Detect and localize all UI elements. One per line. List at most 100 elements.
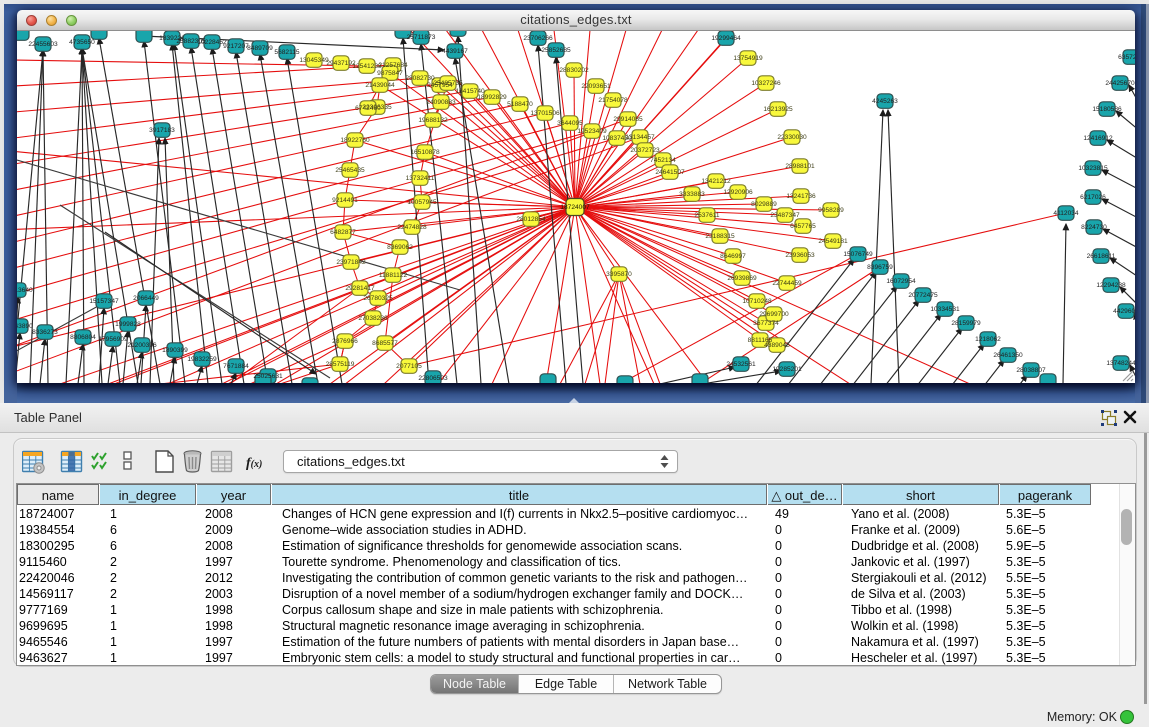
- svg-text:13732411: 13732411: [406, 175, 435, 182]
- svg-text:23188315: 23188315: [705, 233, 735, 240]
- svg-text:2876966: 2876966: [332, 338, 358, 345]
- svg-text:8029889: 8029889: [751, 201, 777, 208]
- svg-text:29281417: 29281417: [345, 285, 375, 292]
- svg-text:25711873: 25711873: [407, 34, 436, 41]
- svg-text:6217026: 6217026: [1080, 194, 1106, 201]
- svg-text:2066449: 2066449: [133, 295, 159, 302]
- svg-text:3644095: 3644095: [557, 120, 583, 127]
- svg-text:10710248: 10710248: [742, 298, 772, 305]
- svg-text:25485735: 25485735: [433, 80, 463, 87]
- svg-text:21439044: 21439044: [365, 82, 395, 89]
- svg-text:28038807: 28038807: [1016, 367, 1046, 374]
- svg-text:19832259: 19832259: [187, 356, 217, 363]
- svg-text:1890399: 1890399: [162, 347, 188, 354]
- svg-text:13754919: 13754919: [733, 55, 763, 62]
- svg-text:23706266: 23706266: [523, 35, 553, 42]
- svg-text:4245263: 4245263: [872, 98, 898, 105]
- svg-text:25025631: 25025631: [253, 373, 283, 380]
- svg-text:4429607: 4429607: [1113, 308, 1135, 315]
- svg-text:3917183: 3917183: [149, 127, 175, 134]
- svg-text:16072954: 16072954: [886, 278, 916, 285]
- svg-text:8806804: 8806804: [70, 334, 96, 341]
- svg-text:15180586: 15180586: [1092, 106, 1122, 113]
- svg-text:13134457: 13134457: [625, 134, 655, 141]
- svg-text:1218062: 1218062: [975, 336, 1001, 343]
- svg-text:12416912: 12416912: [1083, 135, 1113, 142]
- svg-text:26939869: 26939869: [727, 275, 757, 282]
- svg-text:26461350: 26461350: [993, 352, 1023, 359]
- svg-text:11881122: 11881122: [379, 272, 408, 279]
- svg-text:6482877: 6482877: [330, 229, 356, 236]
- svg-text:6742460: 6742460: [355, 105, 381, 112]
- svg-text:25465435: 25465435: [335, 167, 365, 174]
- svg-text:12294238: 12294238: [1096, 282, 1126, 289]
- svg-text:24090883: 24090883: [426, 99, 456, 106]
- svg-text:25852685: 25852685: [541, 47, 571, 54]
- svg-text:17956909: 17956909: [98, 336, 128, 343]
- svg-text:18992829: 18992829: [477, 94, 507, 101]
- svg-text:20772475: 20772475: [908, 292, 938, 299]
- svg-text:8396759: 8396759: [867, 264, 893, 271]
- svg-text:21754078: 21754078: [598, 97, 628, 104]
- svg-text:2077105: 2077105: [396, 363, 422, 370]
- svg-text:13421212: 13421212: [701, 178, 731, 185]
- svg-text:f(x): f(x): [246, 456, 262, 471]
- svg-text:8489709: 8489709: [247, 45, 273, 52]
- svg-text:8646997: 8646997: [720, 253, 746, 260]
- svg-text:29699700: 29699700: [759, 311, 789, 318]
- svg-text:4735650: 4735650: [69, 39, 95, 46]
- svg-text:7671884: 7671884: [223, 363, 249, 370]
- svg-text:16510878: 16510878: [410, 149, 440, 156]
- svg-text:28012854: 28012854: [516, 216, 546, 223]
- svg-text:8685577: 8685577: [372, 340, 398, 347]
- svg-text:19299464: 19299464: [711, 35, 741, 42]
- svg-text:15076749: 15076749: [843, 251, 873, 258]
- svg-text:24641507: 24641507: [655, 169, 685, 176]
- svg-text:22474828: 22474828: [397, 224, 427, 231]
- svg-text:20813640: 20813640: [17, 287, 33, 294]
- svg-text:13045349: 13045349: [299, 57, 329, 64]
- svg-text:3677374: 3677374: [753, 320, 779, 327]
- svg-text:4439167: 4439167: [442, 48, 468, 55]
- svg-text:13701506: 13701506: [530, 110, 560, 117]
- svg-text:5682115: 5682115: [274, 49, 300, 56]
- svg-text:9958289: 9958289: [818, 207, 844, 214]
- svg-text:9214491: 9214491: [332, 197, 358, 204]
- svg-text:18724007: 18724007: [560, 204, 590, 211]
- svg-text:28159979: 28159979: [951, 320, 981, 327]
- svg-text:22330030: 22330030: [777, 134, 807, 141]
- svg-text:22806503: 22806503: [418, 375, 448, 382]
- svg-text:23971842: 23971842: [336, 259, 366, 266]
- svg-text:19688132: 19688132: [418, 117, 448, 124]
- svg-text:19523409: 19523409: [577, 128, 607, 135]
- svg-text:18922760: 18922760: [340, 137, 370, 144]
- svg-text:10334531: 10334531: [930, 306, 960, 313]
- svg-text:8336273: 8336273: [32, 329, 58, 336]
- svg-text:24425670: 24425670: [1105, 80, 1135, 87]
- svg-text:19285201: 19285201: [772, 366, 802, 373]
- svg-text:8369062: 8369062: [387, 244, 413, 251]
- svg-text:29914085: 29914085: [613, 116, 643, 123]
- svg-text:20372723: 20372723: [630, 147, 660, 154]
- svg-text:4112034: 4112034: [1053, 210, 1079, 217]
- svg-text:26618611: 26618611: [1087, 253, 1116, 260]
- svg-text:23487347: 23487347: [770, 212, 800, 219]
- svg-text:24532561: 24532561: [726, 361, 756, 368]
- svg-text:12920906: 12920906: [723, 189, 753, 196]
- svg-text:28082730: 28082730: [405, 75, 435, 82]
- svg-text:22093651: 22093651: [581, 83, 611, 90]
- svg-text:6457765: 6457765: [790, 223, 816, 230]
- svg-text:22744459: 22744459: [772, 280, 802, 287]
- svg-text:5188470: 5188470: [507, 101, 533, 108]
- svg-text:10323815: 10323815: [1078, 165, 1108, 172]
- svg-text:21257684: 21257684: [378, 62, 408, 69]
- svg-text:28830202: 28830202: [559, 67, 589, 74]
- svg-text:22455603: 22455603: [28, 41, 58, 48]
- svg-text:8224730: 8224730: [1081, 224, 1107, 231]
- svg-text:28575119: 28575119: [326, 361, 355, 368]
- svg-text:28988101: 28988101: [785, 163, 815, 170]
- svg-text:21200396: 21200396: [127, 342, 157, 349]
- svg-text:15157347: 15157347: [89, 298, 119, 305]
- svg-text:4143890: 4143890: [17, 323, 33, 330]
- svg-text:24549181: 24549181: [818, 238, 848, 245]
